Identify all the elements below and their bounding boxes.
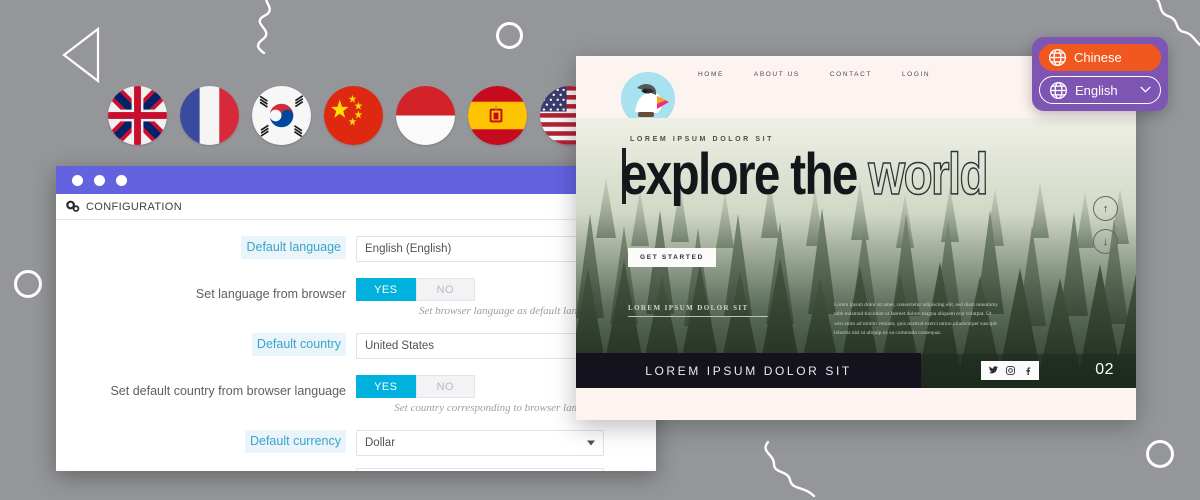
field-label-wrap: Default language (56, 236, 356, 259)
squiggle-top-left-icon (250, 0, 286, 59)
field-label-default-language: Default language (241, 236, 346, 259)
field-set-default-country-from-browser-language: Set default country from browser languag… (56, 375, 604, 414)
field-control: English (English) (356, 236, 604, 262)
field-label-wrap: Set default country from browser languag… (56, 375, 356, 403)
nav-item-about-us[interactable]: ABOUT US (754, 71, 800, 78)
nav-item-login[interactable]: LOGIN (902, 71, 930, 78)
default-currency-value: Dollar (365, 437, 396, 449)
field-label-default-currency: Default currency (244, 430, 346, 453)
hero-paragraph: Lorem ipsum dolor sit amet, consectetur … (834, 302, 999, 337)
scroll-down-button[interactable]: ↓ (1093, 229, 1118, 254)
flag-list: United Kingdom France (108, 86, 599, 145)
gears-icon (66, 200, 80, 213)
field-hint-set-default-country: Set country corresponding to browser lan… (394, 402, 604, 414)
hero-title: explore the world (621, 145, 989, 205)
default-language-select[interactable]: English (English) (356, 236, 604, 262)
circle-outline-bottom-right-icon (1146, 440, 1174, 468)
circle-outline-left-icon (14, 270, 42, 298)
flag-united-kingdom[interactable]: United Kingdom (108, 86, 167, 145)
field-control: US/Eastern (356, 468, 604, 471)
default-language-value: English (English) (365, 243, 452, 255)
default-currency-select[interactable]: Dollar (356, 430, 604, 456)
field-default-language: Default language English (English) (56, 236, 604, 262)
facebook-icon[interactable] (1023, 366, 1032, 375)
panel-title: CONFIGURATION (86, 200, 183, 213)
field-label-wrap: Time zone (56, 468, 356, 471)
window-titlebar (56, 166, 656, 194)
flag-china[interactable]: China (324, 86, 383, 145)
hero-title-solid: explore the (621, 142, 858, 207)
language-option-chinese[interactable]: Chinese (1039, 44, 1161, 72)
language-option-english[interactable]: English (1039, 76, 1161, 104)
circle-outline-top-icon (496, 22, 523, 49)
field-hint-set-language-from-browser: Set browser language as default language (418, 305, 604, 317)
language-label-english: English (1075, 82, 1118, 98)
toggle-yes[interactable]: YES (356, 278, 416, 301)
toggle-no[interactable]: NO (415, 278, 475, 301)
field-label-set-language-from-browser: Set language from browser (195, 287, 346, 301)
hero-section: LOREM IPSUM DOLOR SIT explore the world … (576, 118, 1136, 388)
storefront-nav-links: HOME ABOUT US CONTACT LOGIN (698, 71, 930, 78)
field-label-default-country: Default country (251, 333, 346, 356)
get-started-button[interactable]: GET STARTED (628, 248, 716, 267)
chevron-down-icon[interactable] (1140, 84, 1151, 96)
field-label-set-default-country: Set default country from browser languag… (110, 384, 346, 398)
field-label-wrap: Default country (56, 333, 356, 356)
hero-footer-caption: LOREM IPSUM DOLOR SIT (645, 363, 852, 378)
field-control: United States (356, 333, 604, 359)
scroll-up-button[interactable]: ↑ (1093, 196, 1118, 221)
social-links (981, 361, 1039, 380)
hero-page-number: 02 (1095, 361, 1114, 378)
set-language-from-browser-toggle[interactable]: YES NO (356, 278, 475, 301)
canvas: United Kingdom France (0, 0, 1200, 500)
flag-spain[interactable]: Spain (468, 86, 527, 145)
flag-france[interactable]: France (180, 86, 239, 145)
chevron-down-icon (587, 440, 595, 446)
flag-indonesia[interactable]: Indonesia (396, 86, 455, 145)
field-control: YES NO Set country corresponding to brow… (356, 375, 604, 414)
toggle-no[interactable]: NO (415, 375, 475, 398)
hero-title-outline: world (868, 142, 989, 207)
field-default-currency: Default currency Dollar (56, 430, 604, 456)
language-label-chinese: Chinese (1074, 50, 1122, 66)
window-minimize-dot[interactable] (94, 174, 105, 186)
time-zone-select[interactable]: US/Eastern (356, 468, 604, 471)
window-close-dot[interactable] (72, 174, 83, 186)
set-default-country-toggle[interactable]: YES NO (356, 375, 475, 398)
language-switcher: Chinese English (1032, 37, 1168, 111)
configuration-window: CONFIGURATION Default language English (… (56, 166, 656, 471)
field-default-country: Default country United States (56, 333, 604, 359)
nav-item-contact[interactable]: CONTACT (830, 71, 872, 78)
instagram-icon[interactable] (1005, 366, 1015, 375)
field-time-zone: Time zone US/Eastern (56, 468, 604, 471)
field-control: YES NO Set browser language as default l… (356, 278, 604, 317)
nav-item-home[interactable]: HOME (698, 71, 724, 78)
hero-subheading-rule (628, 316, 768, 317)
field-set-language-from-browser: Set language from browser YES NO Set bro… (56, 278, 604, 317)
field-label-wrap: Default currency (56, 430, 356, 453)
globe-icon (1048, 48, 1067, 67)
panel-header: CONFIGURATION (56, 194, 656, 220)
field-control: Dollar (356, 430, 604, 456)
globe-icon (1049, 81, 1068, 100)
twitter-icon[interactable] (988, 366, 998, 375)
squiggle-bottom-icon (762, 440, 818, 500)
default-country-value: United States (365, 340, 435, 352)
flag-south-korea[interactable]: South Korea (252, 86, 311, 145)
hero-footer-bar: LOREM IPSUM DOLOR SIT (576, 353, 921, 388)
window-maximize-dot[interactable] (116, 174, 127, 186)
scroll-controls: ↑ ↓ (1093, 196, 1118, 254)
default-country-select[interactable]: United States (356, 333, 604, 359)
configuration-form: Default language English (English) Set l… (56, 220, 656, 471)
toggle-yes[interactable]: YES (356, 375, 416, 398)
hero-subheading: LOREM IPSUM DOLOR SIT (628, 304, 749, 312)
field-label-wrap: Set language from browser (56, 278, 356, 306)
